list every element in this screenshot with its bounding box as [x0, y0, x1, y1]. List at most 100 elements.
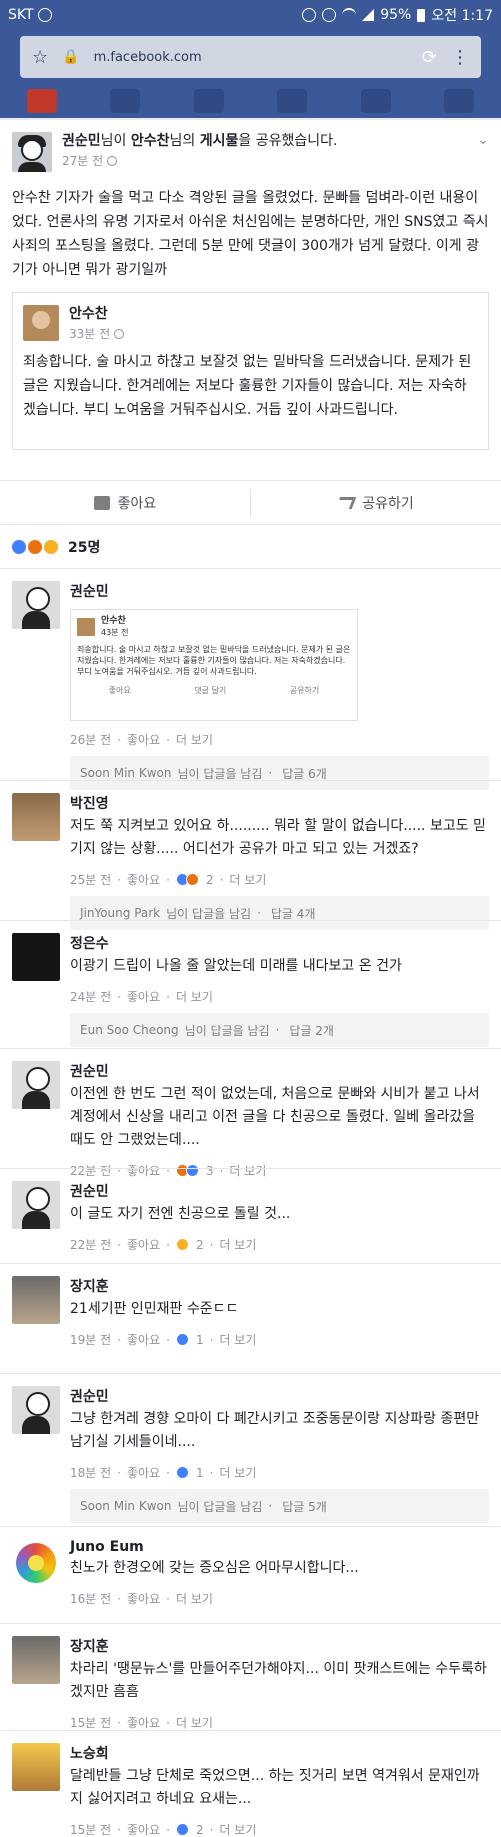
- comment-more-link[interactable]: 더 보기: [176, 1714, 213, 1731]
- comment-time[interactable]: 15분 전: [70, 1821, 111, 1837]
- comment-author[interactable]: 노승희: [70, 1743, 489, 1763]
- reaction-count[interactable]: 2: [196, 1238, 204, 1252]
- comment-like-link[interactable]: 좋아요: [127, 871, 160, 888]
- comment-like-link[interactable]: 좋아요: [127, 1821, 160, 1837]
- comment-more-link[interactable]: 더 보기: [229, 871, 266, 888]
- comment-image-preview[interactable]: 안수찬 43분 전 죄송합니다. 술 마시고 하찮고 보잘것 없는 밑바닥을 드…: [70, 609, 358, 721]
- reply-count: 답글 4개: [270, 906, 316, 921]
- avatar[interactable]: [12, 581, 60, 629]
- avatar[interactable]: [12, 132, 52, 172]
- reactions-summary[interactable]: 25명: [0, 524, 501, 568]
- comment-like-link[interactable]: 좋아요: [127, 1331, 160, 1348]
- globe-icon: [107, 155, 118, 166]
- news-feed-icon[interactable]: [26, 89, 57, 113]
- shared-timestamp[interactable]: 33분 전: [69, 325, 110, 342]
- comment-author[interactable]: 권순민: [70, 1061, 489, 1081]
- reaction-count[interactable]: 1: [196, 1466, 204, 1480]
- friends-icon[interactable]: [110, 89, 141, 113]
- comment-reactions[interactable]: [175, 1823, 189, 1836]
- comment-more-link[interactable]: 더 보기: [176, 1590, 213, 1607]
- comment-author[interactable]: 장지훈: [70, 1636, 489, 1656]
- share-button[interactable]: 공유하기: [251, 493, 501, 513]
- avatar[interactable]: [23, 304, 59, 341]
- notifications-icon[interactable]: [277, 89, 308, 113]
- shared-post-link[interactable]: 게시물: [200, 133, 239, 149]
- comment-more-link[interactable]: 더 보기: [219, 1331, 256, 1348]
- replies-summary[interactable]: Eun Soo Cheong 님이 답글을 남김 · 답글 2개: [70, 1013, 489, 1047]
- reply-count: 답글 6개: [282, 766, 327, 781]
- menu-dots-icon[interactable]: ⋮: [451, 47, 469, 68]
- comment-time[interactable]: 18분 전: [70, 1464, 111, 1481]
- comment-more-link[interactable]: 더 보기: [176, 731, 213, 748]
- comment-time[interactable]: 24분 전: [70, 988, 111, 1005]
- messenger-icon[interactable]: [193, 89, 224, 113]
- comment-time[interactable]: 22분 전: [70, 1236, 111, 1253]
- post-title: 권순민님이 안수찬님의 게시물을 공유했습니다.: [62, 132, 337, 150]
- comment-reactions[interactable]: [175, 1333, 189, 1346]
- comment-reactions[interactable]: [175, 873, 199, 886]
- comment-author[interactable]: 정은수: [70, 933, 489, 953]
- comment-like-link[interactable]: 좋아요: [127, 1464, 160, 1481]
- original-author-name[interactable]: 안수찬: [131, 133, 170, 149]
- comment-more-link[interactable]: 더 보기: [219, 1464, 256, 1481]
- sharer-name[interactable]: 권순민: [62, 133, 101, 149]
- shared-post-card[interactable]: 안수찬 33분 전 죄송합니다. 술 마시고 하찮고 보잘것 없는 밑바닥을 드…: [12, 292, 489, 450]
- more-menu-icon[interactable]: [444, 89, 475, 113]
- avatar[interactable]: [12, 1636, 60, 1684]
- reply-suffix: 님이 답글을 남김: [184, 1023, 270, 1038]
- preview-author: 안수찬: [101, 616, 126, 626]
- preview-comment: 댓글 달기: [194, 686, 227, 695]
- replies-summary[interactable]: Soon Min Kwon 님이 답글을 남김 · 답글 5개: [70, 1489, 489, 1523]
- comment-reactions[interactable]: [175, 1466, 189, 1479]
- search-icon[interactable]: [360, 89, 391, 113]
- avatar[interactable]: [12, 1181, 60, 1229]
- comment-time[interactable]: 15분 전: [70, 1714, 111, 1731]
- comment-like-link[interactable]: 좋아요: [127, 1590, 160, 1607]
- comment-like-link[interactable]: 좋아요: [127, 1714, 160, 1731]
- like-button[interactable]: 좋아요: [0, 493, 250, 513]
- shared-author-name[interactable]: 안수찬: [69, 303, 124, 323]
- reaction-count[interactable]: 2: [196, 1823, 204, 1837]
- signal-icon: [362, 9, 375, 21]
- comment-author[interactable]: Juno Eum: [70, 1539, 489, 1555]
- avatar[interactable]: [12, 1386, 60, 1434]
- comment-author[interactable]: 장지훈: [70, 1276, 489, 1296]
- post-timestamp[interactable]: 27분 전: [62, 152, 103, 169]
- comment-author[interactable]: 박진영: [70, 793, 489, 813]
- star-icon[interactable]: ☆: [32, 47, 48, 68]
- reload-icon[interactable]: ⟳: [422, 47, 437, 68]
- url-text[interactable]: m.facebook.com: [94, 50, 408, 65]
- avatar[interactable]: [12, 1539, 60, 1587]
- avatar[interactable]: [12, 1061, 60, 1109]
- reply-suffix: 님이 답글을 남김: [166, 906, 252, 921]
- comment-time[interactable]: 16분 전: [70, 1590, 111, 1607]
- comment-like-link[interactable]: 좋아요: [127, 988, 160, 1005]
- carrier-label: SKT: [8, 7, 34, 23]
- comment-time[interactable]: 19분 전: [70, 1331, 111, 1348]
- comment-author[interactable]: 권순민: [70, 581, 489, 601]
- comment-text: 차라리 '땡문뉴스'를 만들어주던가해야지... 이미 팟캐스트에는 수두룩하겠…: [70, 1661, 487, 1700]
- comment-time[interactable]: 26분 전: [70, 731, 111, 748]
- avatar[interactable]: [12, 1743, 60, 1791]
- comment: 정은수 이광기 드립이 나올 줄 알았는데 미래를 내다보고 온 건가 24분 …: [0, 920, 501, 1047]
- comment-author[interactable]: 권순민: [70, 1386, 489, 1406]
- address-bar[interactable]: ☆ 🔒 m.facebook.com ⟳ ⋮: [20, 36, 481, 78]
- comment-reactions[interactable]: [175, 1238, 189, 1251]
- comment-more-link[interactable]: 더 보기: [176, 988, 213, 1005]
- comment-author[interactable]: 권순민: [70, 1181, 489, 1201]
- avatar[interactable]: [12, 1276, 60, 1324]
- comment-like-link[interactable]: 좋아요: [127, 731, 160, 748]
- reaction-count[interactable]: 25명: [68, 537, 100, 557]
- comment-like-link[interactable]: 좋아요: [127, 1236, 160, 1253]
- comment-time[interactable]: 25분 전: [70, 871, 111, 888]
- chevron-down-icon[interactable]: ⌄: [477, 132, 489, 148]
- preview-time: 43분 전: [101, 628, 129, 637]
- post-actions: 좋아요 공유하기: [0, 480, 501, 524]
- comment-more-link[interactable]: 더 보기: [219, 1821, 256, 1837]
- avatar[interactable]: [12, 793, 60, 841]
- avatar[interactable]: [12, 933, 60, 981]
- reaction-count[interactable]: 1: [196, 1333, 204, 1347]
- comment: 권순민 이전엔 한 번도 그런 적이 없었는데, 처음으로 문빠와 시비가 붙고…: [0, 1048, 501, 1179]
- reaction-count[interactable]: 2: [206, 873, 214, 887]
- comment-more-link[interactable]: 더 보기: [219, 1236, 256, 1253]
